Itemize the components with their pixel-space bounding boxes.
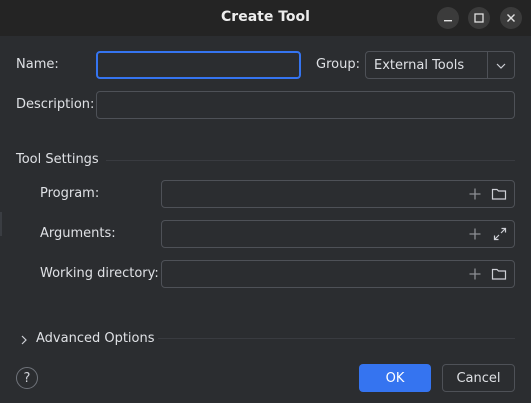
name-input[interactable] [98, 53, 299, 77]
dialog-content: Name: Group: External Tools Description:… [0, 36, 531, 403]
description-input[interactable] [97, 92, 514, 118]
description-label: Description: [16, 97, 95, 112]
working-directory-label: Working directory: [40, 266, 159, 281]
working-directory-input[interactable] [162, 261, 514, 287]
folder-icon[interactable] [491, 267, 507, 281]
group-label: Group: [316, 57, 360, 72]
name-field[interactable] [96, 51, 301, 79]
insert-macro-icon[interactable] [468, 267, 482, 281]
chevron-right-icon [21, 335, 27, 345]
chevron-down-icon[interactable] [494, 59, 508, 73]
title-bar: Create Tool [0, 0, 531, 36]
help-button[interactable]: ? [16, 367, 38, 389]
expand-icon[interactable] [493, 227, 507, 241]
program-label: Program: [40, 186, 100, 201]
arguments-field[interactable] [161, 220, 515, 248]
insert-macro-icon[interactable] [468, 227, 482, 241]
ok-button[interactable]: OK [359, 364, 431, 392]
minimize-icon [444, 20, 452, 22]
window-edge-accent [0, 212, 2, 236]
close-icon [507, 14, 515, 22]
arguments-input[interactable] [162, 221, 514, 247]
tool-settings-title: Tool Settings [16, 152, 99, 167]
group-selected-value: External Tools [374, 58, 465, 73]
maximize-icon [474, 13, 484, 23]
group-combobox[interactable]: External Tools [365, 51, 515, 79]
program-input[interactable] [162, 181, 514, 207]
program-field[interactable] [161, 180, 515, 208]
description-field[interactable] [96, 91, 515, 119]
minimize-button[interactable] [437, 7, 459, 29]
cancel-button[interactable]: Cancel [442, 364, 515, 392]
combo-separator [487, 52, 488, 78]
arguments-label: Arguments: [40, 226, 116, 241]
advanced-options-toggle[interactable]: Advanced Options [16, 331, 156, 349]
working-directory-field[interactable] [161, 260, 515, 288]
advanced-divider [158, 338, 515, 339]
insert-macro-icon[interactable] [468, 187, 482, 201]
maximize-button[interactable] [468, 7, 490, 29]
folder-icon[interactable] [491, 187, 507, 201]
advanced-options-label: Advanced Options [36, 331, 155, 346]
close-button[interactable] [500, 7, 522, 29]
name-label: Name: [16, 57, 59, 72]
section-divider [106, 160, 515, 161]
